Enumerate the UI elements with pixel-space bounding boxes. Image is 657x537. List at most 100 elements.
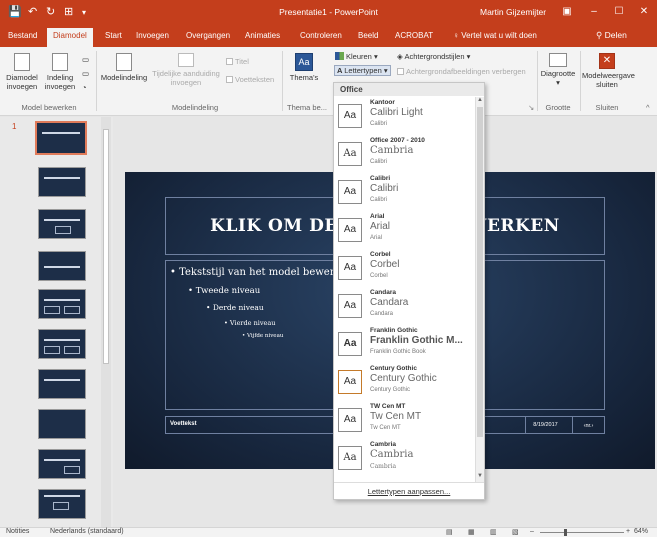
tab-diamodel[interactable]: Diamodel <box>47 28 93 47</box>
checkbox-icon <box>226 76 233 83</box>
font-option-body: Candara <box>370 311 394 317</box>
slide-master-icon <box>14 53 30 71</box>
ribbon-display-options-icon[interactable]: ▣ <box>557 4 577 20</box>
tab-bestand[interactable]: Bestand <box>8 31 37 40</box>
font-option-heading: Calibri Light <box>370 107 423 118</box>
slide-size-button[interactable]: Diagrootte ▾ <box>538 53 578 87</box>
font-option-kantoor[interactable]: Aa Kantoor Calibri Light Calibri <box>334 97 476 137</box>
font-option-name: Century Gothic <box>370 365 417 372</box>
normal-view-icon[interactable]: ▦ <box>468 528 475 536</box>
font-option-tw-cen-mt[interactable]: Aa TW Cen MT Tw Cen MT Tw Cen MT <box>334 401 476 441</box>
fonts-dropdown: Office Aa Kantoor Calibri Light Calibri … <box>333 82 485 500</box>
zoom-out-icon[interactable]: – <box>530 528 534 535</box>
close-master-view-button[interactable]: ✕ Modelweergave sluiten <box>582 53 635 89</box>
bullet-level-4-text: Vierde niveau <box>229 319 276 327</box>
fonts-button[interactable]: A Lettertypen ▾ <box>334 65 391 76</box>
font-option-franklin-gothic[interactable]: Aa Franklin Gothic Franklin Gothic M... … <box>334 325 476 365</box>
footers-checkbox[interactable]: Voetteksten <box>226 75 274 84</box>
checkbox-icon <box>397 68 404 75</box>
font-option-arial[interactable]: Aa Arial Arial Arial <box>334 211 476 251</box>
group-divider <box>580 51 581 111</box>
font-option-candara[interactable]: Aa Candara Candara Candara <box>334 287 476 327</box>
insert-layout-button[interactable]: Indeling invoegen <box>42 53 78 91</box>
delete-icon[interactable]: ▭ <box>82 55 89 64</box>
thumbnail-layout[interactable] <box>38 369 86 399</box>
font-option-name: TW Cen MT <box>370 403 406 410</box>
font-option-calibri[interactable]: Aa Calibri Calibri Calibri <box>334 173 476 213</box>
dropdown-scrollbar[interactable]: ▲ ▼ <box>475 97 484 482</box>
maximize-button[interactable]: ☐ <box>609 4 629 20</box>
insert-placeholder-label: Tijdelijke aanduiding invoegen <box>152 69 220 87</box>
thumbnail-layout[interactable] <box>38 329 86 359</box>
font-sample-icon: Aa <box>338 294 362 318</box>
thumbnail-layout[interactable] <box>38 289 86 319</box>
close-master-view-label: Modelweergave sluiten <box>582 71 635 89</box>
thumbnail-layout[interactable] <box>38 489 86 519</box>
font-option-body: Corbel <box>370 273 388 279</box>
collapse-ribbon-icon[interactable]: ^ <box>646 103 650 112</box>
notes-button[interactable]: Notities <box>6 528 29 535</box>
font-option-name: Cambria <box>370 441 397 448</box>
group-label-theme: Thema be... <box>286 103 328 112</box>
thumbnail-scrollbar[interactable] <box>101 117 111 527</box>
colors-button[interactable]: Kleuren ▾ <box>335 52 378 61</box>
themes-button[interactable]: Aa Thema's <box>284 53 324 82</box>
insert-slide-master-button[interactable]: Diamodel invoegen <box>4 53 40 91</box>
tab-acrobat[interactable]: ACROBAT <box>395 31 433 40</box>
zoom-slider[interactable] <box>540 532 624 533</box>
notes-icon[interactable]: ▤ <box>446 528 453 536</box>
font-option-office-2007[interactable]: Aa Office 2007 - 2010 Cambria Calibri <box>334 135 476 175</box>
tab-invoegen[interactable]: Invoegen <box>136 31 169 40</box>
thumbnail-layout[interactable] <box>38 251 86 281</box>
scrollbar-thumb[interactable] <box>103 129 109 364</box>
bullet-level-1-text: Tekststijl van het model bewerken <box>179 267 353 278</box>
thumb-title-bar <box>44 495 80 497</box>
user-name[interactable]: Martin Gijzemijter <box>480 7 546 17</box>
tab-controleren[interactable]: Controleren <box>300 31 342 40</box>
master-layout-button[interactable]: Modelindeling <box>99 53 149 82</box>
dialog-launcher-icon[interactable]: ↘ <box>528 103 534 112</box>
date-placeholder[interactable]: 8/19/2017 <box>525 416 565 434</box>
font-option-name: Candara <box>370 289 397 296</box>
tab-beeld[interactable]: Beeld <box>358 31 378 40</box>
customize-fonts-link[interactable]: Lettertypen aanpassen... <box>334 482 484 499</box>
thumbnail-master[interactable] <box>35 121 87 155</box>
language-indicator[interactable]: Nederlands (standaard) <box>50 528 124 535</box>
font-option-cambria[interactable]: Aa Cambria Cambria Cambria <box>334 439 476 479</box>
background-styles-button[interactable]: ◈ Achtergrondstijlen ▾ <box>397 52 470 61</box>
font-option-heading: Candara <box>370 297 409 308</box>
zoom-level[interactable]: 64% <box>634 528 648 535</box>
reading-view-icon[interactable]: ▧ <box>512 528 519 536</box>
zoom-slider-handle[interactable] <box>564 529 567 536</box>
font-option-century-gothic[interactable]: Aa Century Gothic Century Gothic Century… <box>334 363 476 403</box>
tab-animaties[interactable]: Animaties <box>245 31 280 40</box>
hide-background-checkbox[interactable]: Achtergrondafbeeldingen verbergen <box>397 67 526 76</box>
bullet-level-5: • Vijfde niveau <box>242 333 284 339</box>
share-button[interactable]: ⚲ Delen <box>596 30 627 41</box>
minimize-button[interactable]: – <box>584 4 604 20</box>
scroll-down-icon[interactable]: ▼ <box>476 473 484 481</box>
font-option-corbel[interactable]: Aa Corbel Corbel Corbel <box>334 249 476 289</box>
tab-overgangen[interactable]: Overgangen <box>186 31 230 40</box>
thumbnail-layout[interactable] <box>38 449 86 479</box>
scrollbar-thumb[interactable] <box>477 107 483 437</box>
rename-icon[interactable]: ▭ <box>82 69 89 78</box>
tell-me-search[interactable]: ♀ Vertel wat u wilt doen <box>453 31 537 40</box>
slide-sorter-icon[interactable]: ▥ <box>490 528 497 536</box>
preserve-icon[interactable]: ◔ <box>82 83 87 92</box>
insert-placeholder-button[interactable]: Tijdelijke aanduiding invoegen <box>152 53 220 87</box>
title-checkbox[interactable]: Titel <box>226 57 249 66</box>
placeholder-icon <box>178 53 194 67</box>
bullet-level-3-text: Derde niveau <box>212 303 264 312</box>
fonts-label: Lettertypen <box>344 66 382 75</box>
close-button[interactable]: ✕ <box>634 4 654 20</box>
slide-number-placeholder[interactable]: ‹nr.› <box>572 416 605 434</box>
font-option-body: Arial <box>370 235 383 241</box>
thumbnail-layout[interactable] <box>38 409 86 439</box>
zoom-in-icon[interactable]: + <box>626 528 630 535</box>
thumbnail-layout[interactable] <box>38 167 86 197</box>
font-option-name: Franklin Gothic <box>370 327 418 334</box>
thumbnail-layout[interactable] <box>38 209 86 239</box>
scroll-up-icon[interactable]: ▲ <box>476 97 484 105</box>
tab-start[interactable]: Start <box>105 31 122 40</box>
